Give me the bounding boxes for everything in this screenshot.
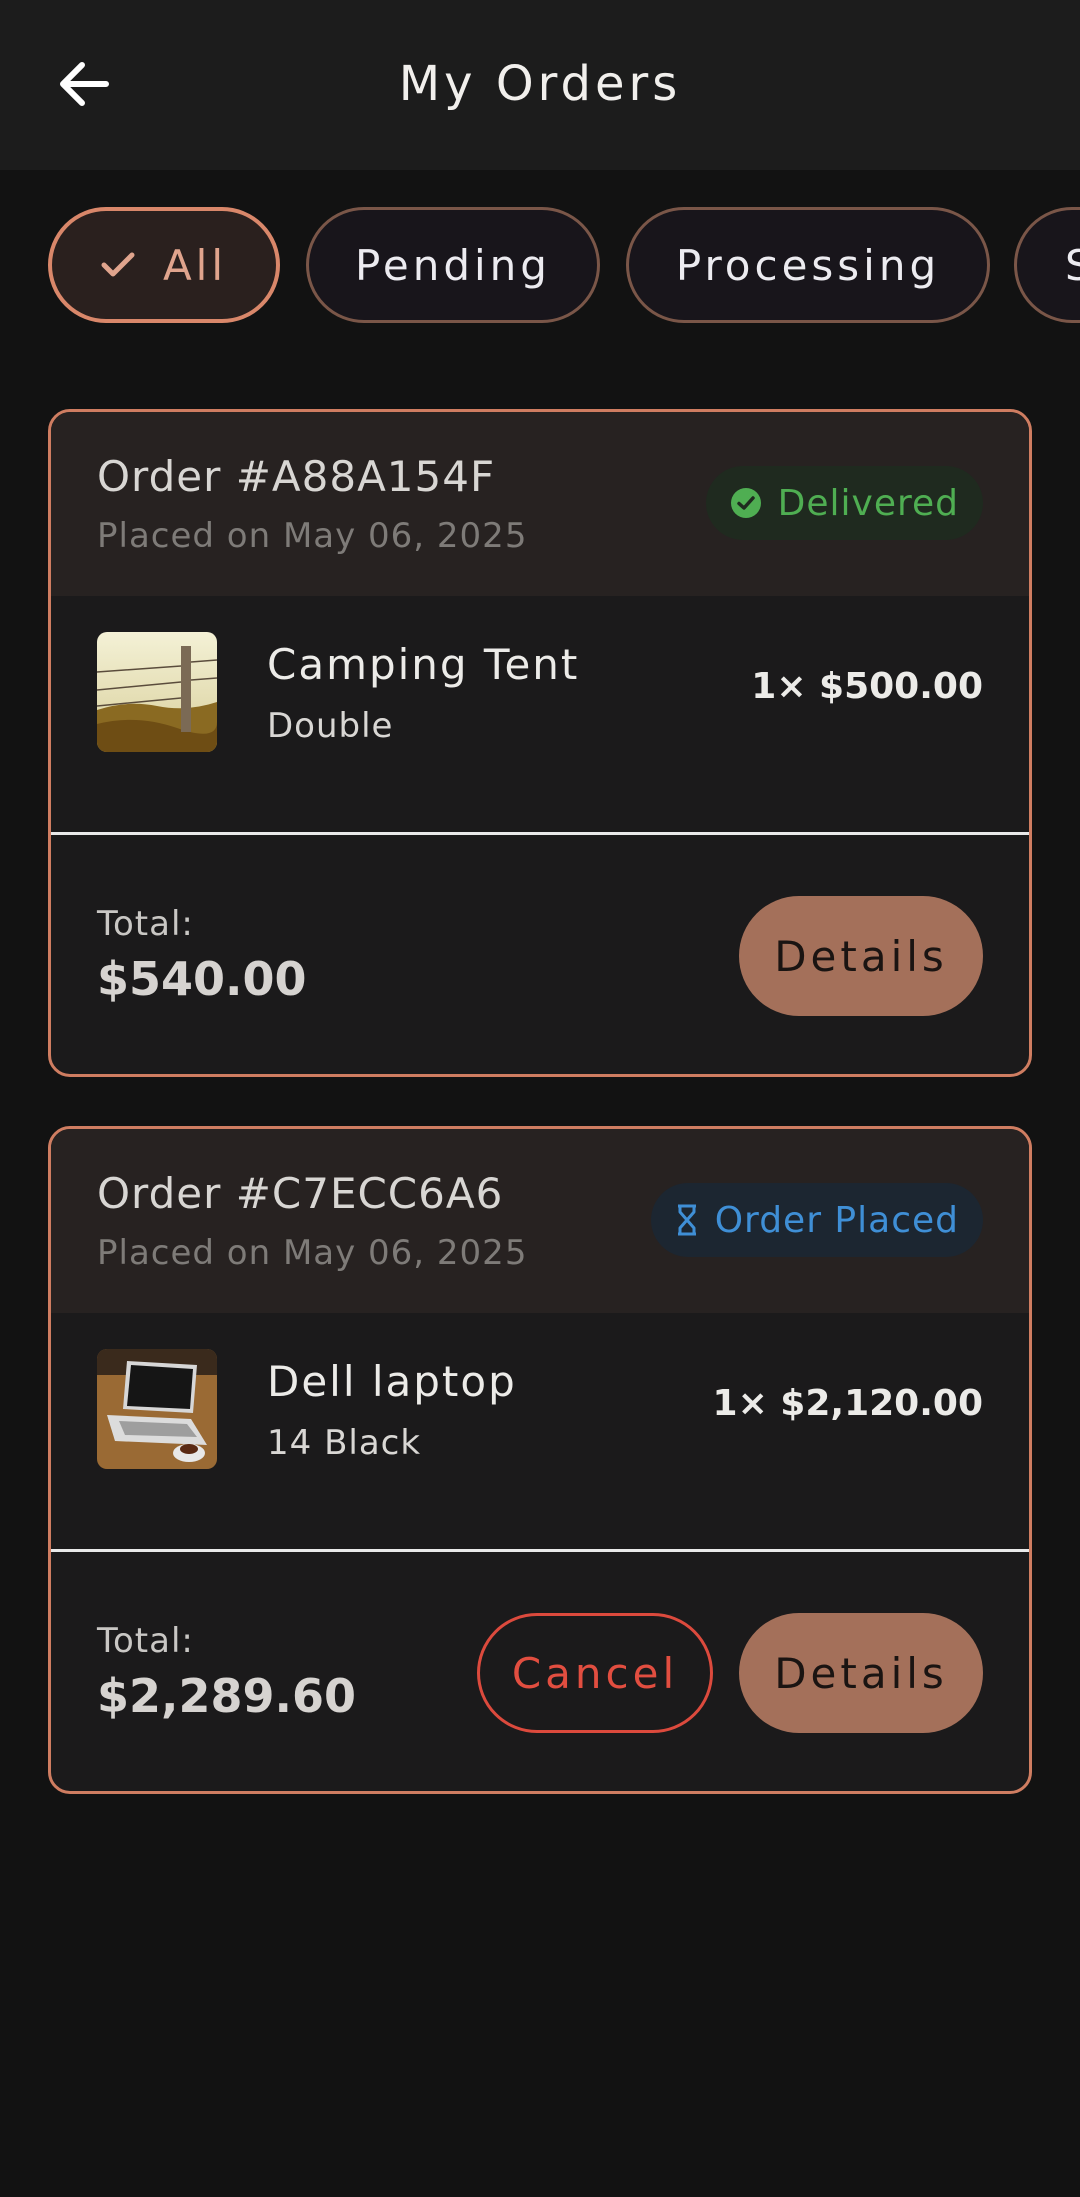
filter-chip-label: Pending bbox=[355, 240, 551, 290]
filter-chip-label: All bbox=[162, 240, 228, 290]
product-image-dell-laptop bbox=[97, 1349, 217, 1469]
quantity-price: 1× $500.00 bbox=[751, 666, 983, 707]
filter-chip-label: Processing bbox=[675, 240, 941, 290]
order-date: Placed on May 06, 2025 bbox=[97, 516, 528, 556]
filter-chip-processing[interactable]: Processing bbox=[626, 207, 990, 323]
total-label: Total: bbox=[97, 1621, 194, 1661]
product-name: Dell laptop bbox=[267, 1357, 517, 1406]
filter-chip-all[interactable]: All bbox=[48, 207, 280, 323]
order-date: Placed on May 06, 2025 bbox=[97, 1233, 528, 1273]
details-button[interactable]: Details bbox=[739, 1613, 983, 1733]
total-value: $540.00 bbox=[97, 952, 307, 1006]
order-id: Order #C7ECC6A6 bbox=[97, 1169, 504, 1218]
page-title: My Orders bbox=[398, 56, 682, 112]
status-label: Order Placed bbox=[714, 1199, 959, 1241]
product-variant: Double bbox=[267, 706, 394, 746]
order-card-header: Order #C7ECC6A6 Placed on May 06, 2025 O… bbox=[51, 1129, 1029, 1313]
cancel-button[interactable]: Cancel bbox=[477, 1613, 713, 1733]
total-value: $2,289.60 bbox=[97, 1669, 356, 1723]
order-card: Order #C7ECC6A6 Placed on May 06, 2025 O… bbox=[48, 1126, 1032, 1794]
hourglass-icon bbox=[675, 1204, 699, 1236]
status-label: Delivered bbox=[777, 482, 959, 524]
filter-chip-shipped[interactable]: S bbox=[1014, 207, 1080, 323]
order-card-header: Order #A88A154F Placed on May 06, 2025 D… bbox=[51, 412, 1029, 596]
check-icon bbox=[101, 251, 135, 279]
details-button[interactable]: Details bbox=[739, 896, 983, 1016]
divider bbox=[51, 1549, 1029, 1552]
filter-chip-pending[interactable]: Pending bbox=[306, 207, 600, 323]
app-bar: My Orders bbox=[0, 0, 1080, 170]
product-variant: 14 Black bbox=[267, 1423, 422, 1463]
order-id: Order #A88A154F bbox=[97, 452, 496, 501]
order-item[interactable]: Dell laptop 14 Black 1× $2,120.00 bbox=[51, 1313, 1029, 1549]
filter-chip-label: S bbox=[1065, 241, 1080, 290]
product-image-camping-tent bbox=[97, 632, 217, 752]
check-circle-icon bbox=[730, 487, 762, 519]
quantity-price: 1× $2,120.00 bbox=[712, 1383, 983, 1424]
status-badge: Delivered bbox=[705, 466, 983, 540]
status-badge: Order Placed bbox=[650, 1183, 983, 1257]
product-name: Camping Tent bbox=[267, 640, 580, 689]
order-item[interactable]: Camping Tent Double 1× $500.00 bbox=[51, 596, 1029, 832]
divider bbox=[51, 832, 1029, 835]
filter-chips: All Pending Processing S bbox=[48, 207, 1080, 323]
order-card: Order #A88A154F Placed on May 06, 2025 D… bbox=[48, 409, 1032, 1077]
total-label: Total: bbox=[97, 904, 194, 944]
